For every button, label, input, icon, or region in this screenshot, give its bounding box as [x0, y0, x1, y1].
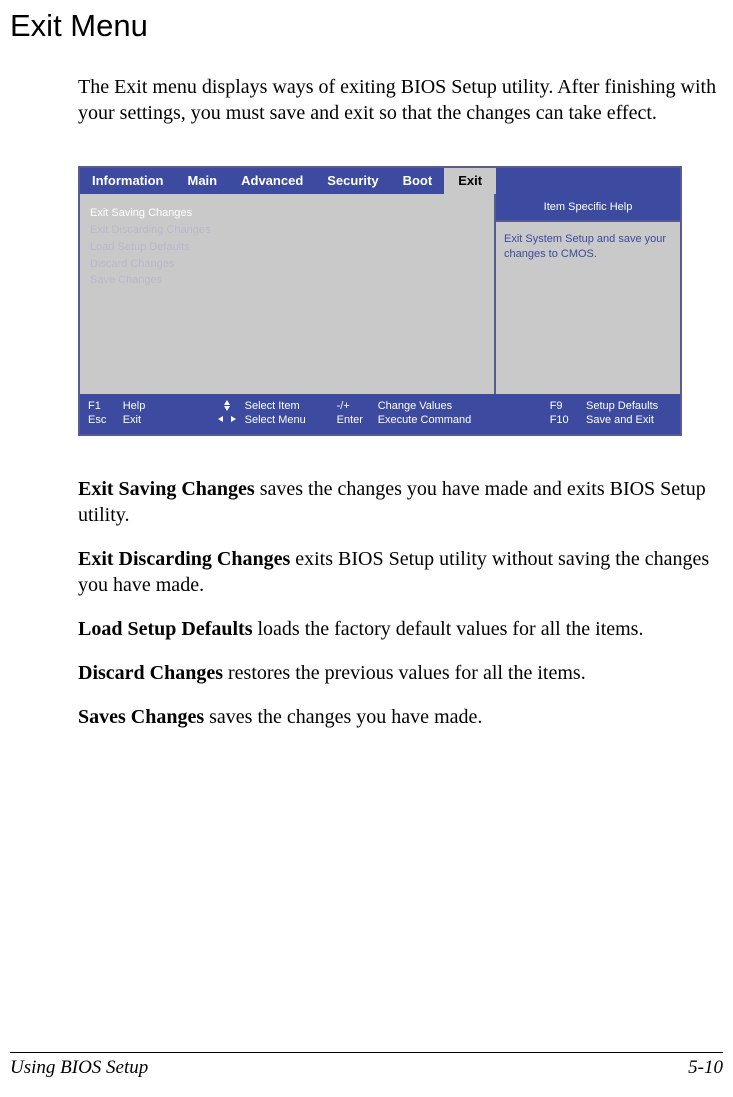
updown-arrow-icon	[218, 400, 236, 411]
label-exit: Exit	[123, 414, 209, 426]
label-setup-defaults: Setup Defaults	[586, 400, 672, 412]
key-f9: F9	[550, 400, 580, 412]
menu-item-discard-changes: Discard Changes	[90, 257, 484, 272]
tab-security: Security	[315, 168, 390, 194]
tab-exit: Exit	[444, 168, 496, 194]
key-f1: F1	[88, 400, 117, 412]
label-help: Help	[123, 400, 209, 412]
leftright-arrow-icon	[218, 413, 236, 424]
def-exit-discarding: Exit Discarding Changes exits BIOS Setup…	[78, 546, 723, 598]
def-exit-saving: Exit Saving Changes saves the changes yo…	[78, 476, 723, 528]
menu-item-exit-saving: Exit Saving Changes	[90, 206, 484, 221]
bios-screenshot: Information Main Advanced Security Boot …	[78, 166, 682, 436]
tab-main: Main	[176, 168, 230, 194]
intro-paragraph: The Exit menu displays ways of exiting B…	[78, 74, 723, 126]
footer-right: 5-10	[688, 1057, 723, 1079]
menu-item-exit-discarding: Exit Discarding Changes	[90, 223, 484, 238]
def-discard-changes: Discard Changes restores the previous va…	[78, 660, 723, 686]
label-change-values: Change Values	[378, 400, 508, 412]
page-title: Exit Menu	[10, 8, 733, 44]
key-minus-plus: -/+	[337, 400, 372, 412]
bios-tab-bar: Information Main Advanced Security Boot …	[80, 168, 680, 194]
help-body: Exit System Setup and save your changes …	[496, 222, 680, 394]
label-select-menu: Select Menu	[245, 414, 331, 426]
bios-menu-list: Exit Saving Changes Exit Discarding Chan…	[80, 194, 494, 394]
help-header: Item Specific Help	[496, 194, 680, 222]
definitions-block: Exit Saving Changes saves the changes yo…	[78, 476, 723, 730]
label-select-item: Select Item	[245, 400, 331, 412]
key-enter: Enter	[337, 414, 372, 426]
bios-help-panel: Item Specific Help Exit System Setup and…	[494, 194, 680, 394]
tab-advanced: Advanced	[229, 168, 315, 194]
page-footer: Using BIOS Setup 5-10	[10, 1052, 723, 1079]
label-execute-command: Execute Command	[378, 414, 508, 426]
def-load-defaults: Load Setup Defaults loads the factory de…	[78, 616, 723, 642]
key-f10: F10	[550, 414, 580, 426]
menu-item-save-changes: Save Changes	[90, 273, 484, 288]
footer-left: Using BIOS Setup	[10, 1057, 148, 1079]
tab-boot: Boot	[391, 168, 445, 194]
menu-item-load-defaults: Load Setup Defaults	[90, 240, 484, 255]
tab-information: Information	[80, 168, 176, 194]
def-saves-changes: Saves Changes saves the changes you have…	[78, 704, 723, 730]
key-esc: Esc	[88, 414, 117, 426]
bios-footer: F1 Esc Help Exit Select Item Select Menu…	[80, 394, 680, 434]
label-save-and-exit: Save and Exit	[586, 414, 672, 426]
